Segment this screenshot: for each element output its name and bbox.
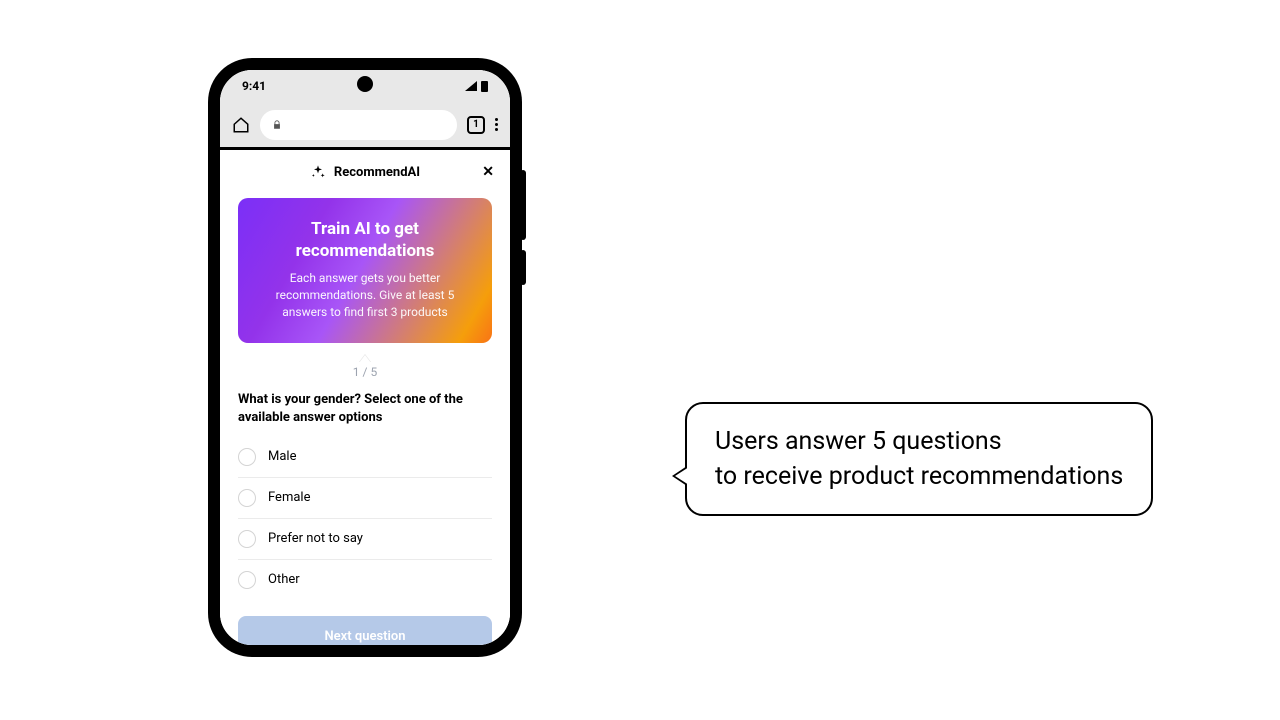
hero-card: Train AI to get recommendations Each ans… xyxy=(238,198,492,343)
camera-notch xyxy=(357,76,373,92)
option-label: Male xyxy=(268,449,296,464)
progress-pointer-icon xyxy=(359,355,371,363)
hero-title: Train AI to get recommendations xyxy=(260,218,470,262)
radio-icon xyxy=(238,448,256,466)
home-button[interactable] xyxy=(232,116,250,134)
phone-screen: 9:41 1 xyxy=(220,70,510,645)
option-list: Male Female Prefer not to say Other xyxy=(238,437,492,600)
option-label: Other xyxy=(268,572,300,587)
tab-count-button[interactable]: 1 xyxy=(467,116,485,134)
status-time: 9:41 xyxy=(242,79,266,93)
option-prefer-not-to-say[interactable]: Prefer not to say xyxy=(238,519,492,560)
option-other[interactable]: Other xyxy=(238,560,492,600)
option-female[interactable]: Female xyxy=(238,478,492,519)
phone-side-button xyxy=(520,170,526,240)
hero-description: Each answer gets you better recommendati… xyxy=(260,270,470,320)
sparkle-icon xyxy=(310,164,326,180)
app-header: RecommendAI ✕ xyxy=(220,150,510,194)
home-icon xyxy=(232,116,250,134)
callout-text: Users answer 5 questions to receive prod… xyxy=(715,424,1123,494)
question-text: What is your gender? Select one of the a… xyxy=(238,391,492,427)
more-menu-button[interactable] xyxy=(495,118,498,131)
status-bar: 9:41 xyxy=(220,70,510,102)
app-title: RecommendAI xyxy=(334,165,420,180)
close-button[interactable]: ✕ xyxy=(482,165,494,179)
radio-icon xyxy=(238,530,256,548)
phone-device-frame: 9:41 1 xyxy=(210,60,520,655)
battery-icon xyxy=(481,81,488,92)
lock-icon xyxy=(272,120,282,130)
radio-icon xyxy=(238,489,256,507)
url-bar[interactable] xyxy=(260,110,457,140)
radio-icon xyxy=(238,571,256,589)
phone-side-button-2 xyxy=(520,250,526,285)
progress-area: 1 / 5 xyxy=(238,365,492,379)
app-brand: RecommendAI xyxy=(310,164,420,180)
app-content: RecommendAI ✕ Train AI to get recommenda… xyxy=(220,150,510,645)
option-label: Prefer not to say xyxy=(268,531,363,546)
annotation-callout: Users answer 5 questions to receive prod… xyxy=(685,402,1153,516)
next-question-button[interactable]: Next question xyxy=(238,616,492,645)
option-male[interactable]: Male xyxy=(238,437,492,478)
more-dots-icon xyxy=(495,118,498,121)
status-indicators xyxy=(465,81,488,92)
next-button-label: Next question xyxy=(324,629,405,644)
progress-counter: 1 / 5 xyxy=(238,365,492,379)
browser-toolbar: 1 xyxy=(220,102,510,150)
option-label: Female xyxy=(268,490,310,505)
signal-icon xyxy=(465,81,477,91)
tab-count: 1 xyxy=(473,119,479,130)
